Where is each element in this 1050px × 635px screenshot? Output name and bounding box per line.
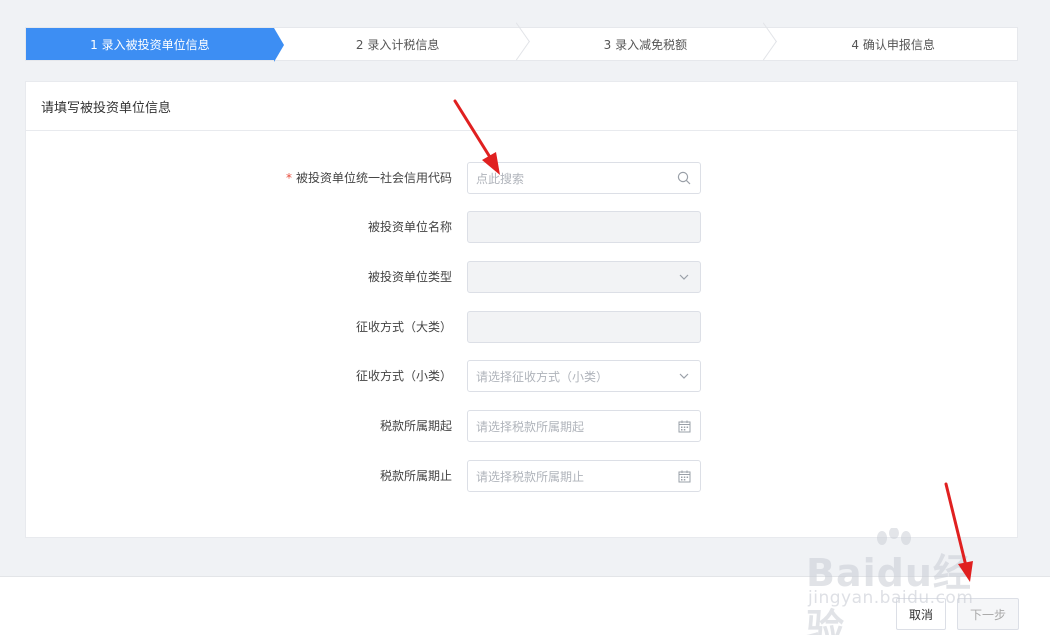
period-start-label: 税款所属期起: [379, 419, 452, 433]
step-3-label: 3 录入减免税额: [603, 37, 688, 52]
search-icon[interactable]: [676, 170, 692, 186]
form-row-collection-minor: 征收方式（小类） 请选择征收方式（小类）: [26, 360, 1017, 392]
step-4-label: 4 确认申报信息: [851, 37, 935, 52]
form-row-unit-type: 被投资单位类型: [26, 261, 1017, 293]
chevron-down-icon: [676, 269, 692, 285]
credit-code-search-input[interactable]: 点此搜索: [467, 162, 701, 194]
collection-minor-select[interactable]: 请选择征收方式（小类）: [467, 360, 701, 392]
form-row-collection-major: 征收方式（大类）: [26, 311, 1017, 343]
period-end-placeholder: 请选择税款所属期止: [476, 469, 585, 484]
form-card: 请填写被投资单位信息 * 被投资单位统一社会信用代码 点此搜索 被投资单位名称 被…: [25, 81, 1018, 538]
unit-name-label: 被投资单位名称: [367, 220, 452, 234]
next-step-button[interactable]: 下一步: [957, 598, 1019, 630]
unit-name-field: [467, 211, 701, 243]
calendar-icon[interactable]: [676, 418, 692, 434]
period-end-datepicker[interactable]: 请选择税款所属期止: [467, 460, 701, 492]
credit-code-label: * 被投资单位统一社会信用代码: [285, 171, 452, 185]
period-end-label: 税款所属期止: [379, 469, 452, 483]
unit-type-select: [467, 261, 701, 293]
form-row-unit-name: 被投资单位名称: [26, 211, 1017, 243]
form-row-period-end: 税款所属期止 请选择税款所属期止: [26, 460, 1017, 492]
step-progress-bar: 1 录入被投资单位信息 2 录入计税信息 3 录入减免税额 4 确认申报信息: [25, 27, 1018, 62]
step-4: 4 确认申报信息: [769, 28, 1017, 60]
unit-type-label: 被投资单位类型: [367, 270, 452, 284]
credit-code-placeholder: 点此搜索: [476, 171, 525, 186]
step-3: 3 录入减免税额: [522, 28, 770, 60]
form-title: 请填写被投资单位信息: [26, 82, 1017, 131]
step-1: 1 录入被投资单位信息: [26, 28, 284, 62]
period-start-placeholder: 请选择税款所属期起: [476, 419, 585, 434]
collection-major-field: [467, 311, 701, 343]
chevron-down-icon[interactable]: [676, 368, 692, 384]
step-2: 2 录入计税信息: [274, 28, 522, 60]
form-row-period-start: 税款所属期起 请选择税款所属期起: [26, 410, 1017, 442]
footer-bar: 取消 下一步: [0, 576, 1050, 635]
form-row-credit-code: * 被投资单位统一社会信用代码 点此搜索: [26, 162, 1017, 194]
collection-minor-label: 征收方式（小类）: [355, 369, 452, 383]
period-start-datepicker[interactable]: 请选择税款所属期起: [467, 410, 701, 442]
step-1-label: 1 录入被投资单位信息: [90, 37, 210, 52]
calendar-icon[interactable]: [676, 468, 692, 484]
step-2-label: 2 录入计税信息: [355, 37, 440, 52]
required-asterisk: *: [285, 171, 292, 185]
cancel-button[interactable]: 取消: [896, 598, 946, 630]
collection-minor-placeholder: 请选择征收方式（小类）: [476, 369, 609, 384]
collection-major-label: 征收方式（大类）: [355, 320, 452, 334]
